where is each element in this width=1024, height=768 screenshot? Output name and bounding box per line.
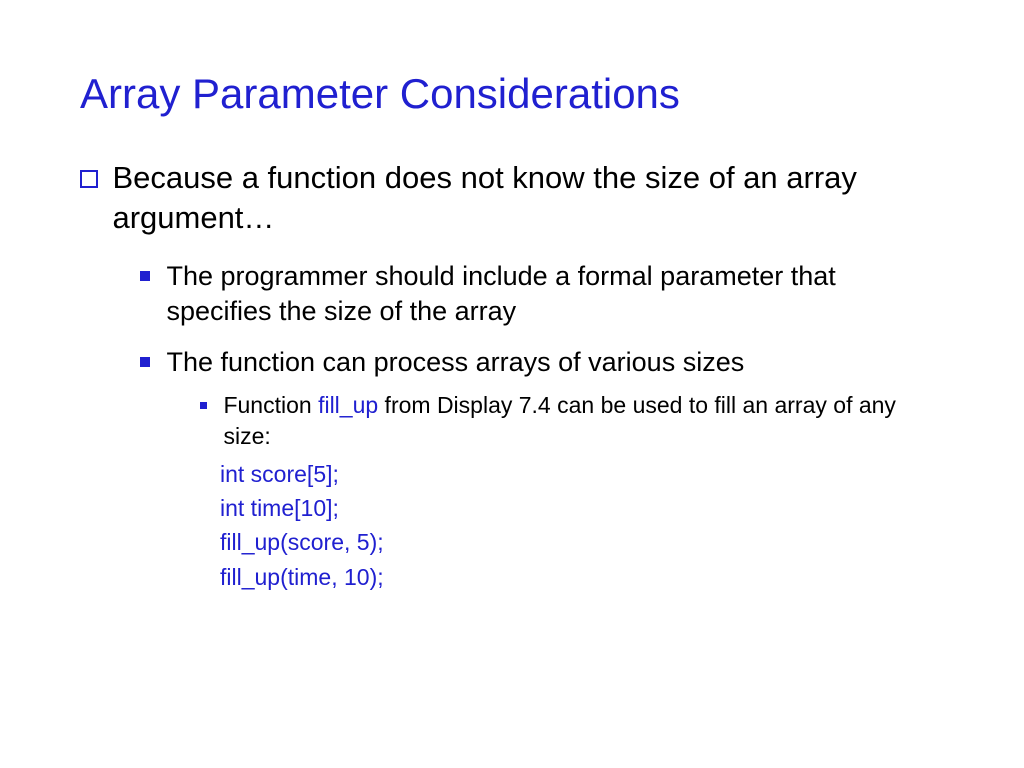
l3-keyword: fill_up	[318, 392, 378, 418]
code-line: int score[5];	[220, 458, 944, 490]
bullet-level2: The function can process arrays of vario…	[140, 345, 944, 380]
l3-prefix: Function	[223, 392, 318, 418]
square-outline-icon	[80, 170, 98, 188]
level3-text: Function fill_up from Display 7.4 can be…	[223, 390, 903, 452]
code-line: fill_up(time, 10);	[220, 561, 944, 593]
code-line: fill_up(score, 5);	[220, 526, 944, 558]
bullet-level2: The programmer should include a formal p…	[140, 259, 944, 329]
slide: Array Parameter Considerations Because a…	[0, 0, 1024, 635]
slide-title: Array Parameter Considerations	[80, 70, 944, 118]
code-line: int time[10];	[220, 492, 944, 524]
level2-text: The programmer should include a formal p…	[166, 259, 926, 329]
bullet-level1: Because a function does not know the siz…	[80, 158, 944, 239]
square-small-icon	[200, 402, 207, 409]
level1-text: Because a function does not know the siz…	[112, 158, 932, 239]
bullet-level3: Function fill_up from Display 7.4 can be…	[200, 390, 944, 452]
level2-text: The function can process arrays of vario…	[166, 345, 926, 380]
square-filled-icon	[140, 357, 150, 367]
square-filled-icon	[140, 271, 150, 281]
